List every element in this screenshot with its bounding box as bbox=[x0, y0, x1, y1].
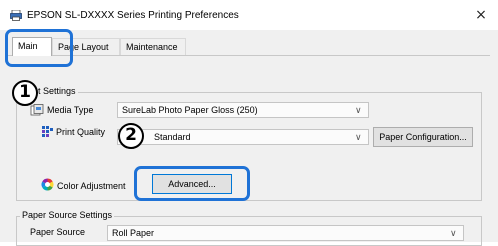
print-quality-combo[interactable]: Standard bbox=[117, 129, 369, 145]
window-title: EPSON SL-DXXXX Series Printing Preferenc… bbox=[27, 10, 239, 21]
media-type-value: SureLab Photo Paper Gloss (250) bbox=[122, 105, 258, 115]
paper-source-combo[interactable]: Roll Paper bbox=[107, 225, 464, 241]
paper-source-title: Paper Source Settings bbox=[20, 210, 115, 220]
tab-maintenance[interactable]: Maintenance bbox=[120, 38, 186, 55]
media-type-icon bbox=[30, 104, 44, 116]
print-quality-label: Print Quality bbox=[56, 127, 106, 137]
callout-number-one: 1 bbox=[12, 80, 38, 106]
main-tab-highlight bbox=[5, 29, 73, 67]
media-type-combo[interactable]: SureLab Photo Paper Gloss (250) bbox=[117, 102, 369, 118]
tab-strip-divider bbox=[8, 55, 490, 56]
printer-icon bbox=[10, 10, 22, 21]
chevron-down-icon: ∨ bbox=[450, 228, 457, 238]
tab-maintenance-label: Maintenance bbox=[126, 42, 178, 52]
chevron-down-icon: ∨ bbox=[355, 105, 362, 115]
advanced-button-highlight bbox=[134, 166, 250, 201]
paper-source-label: Paper Source bbox=[30, 227, 86, 237]
chevron-down-icon: ∨ bbox=[355, 132, 362, 142]
print-quality-icon bbox=[42, 126, 53, 137]
media-type-label: Media Type bbox=[47, 105, 94, 115]
paper-source-value: Roll Paper bbox=[112, 228, 155, 238]
paper-configuration-button[interactable]: Paper Configuration... bbox=[373, 127, 473, 147]
color-wheel-icon bbox=[41, 178, 54, 191]
print-quality-value: Standard bbox=[154, 132, 191, 142]
close-button[interactable]: × bbox=[468, 4, 494, 26]
callout-number-two: 2 bbox=[118, 123, 144, 149]
